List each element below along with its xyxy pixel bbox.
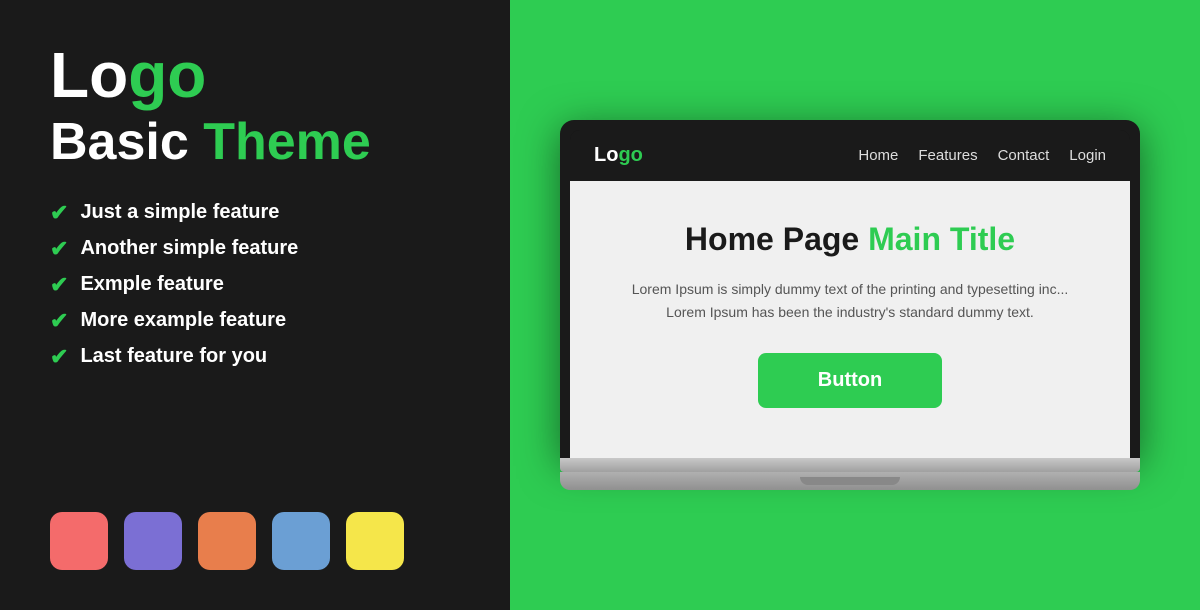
purple-swatch[interactable]: [124, 512, 182, 570]
laptop-nav-links: Home Features Contact Login: [858, 147, 1106, 164]
color-swatches: [50, 512, 460, 570]
red-swatch[interactable]: [50, 512, 108, 570]
subtitle-green: Theme: [203, 113, 371, 171]
main-logo: Logo: [50, 40, 460, 110]
laptop-mockup: Logo Home Features Contact Login Home Pa…: [560, 120, 1140, 490]
cta-button[interactable]: Button: [758, 353, 942, 408]
laptop-base: [560, 458, 1140, 472]
orange-swatch[interactable]: [198, 512, 256, 570]
nav-logo-green: go: [618, 144, 642, 166]
laptop-bottom: [560, 472, 1140, 490]
check-icon-2: ✔: [50, 236, 68, 262]
feature-text-5: Last feature for you: [80, 345, 267, 368]
laptop-foot: [800, 477, 900, 485]
check-icon-5: ✔: [50, 344, 68, 370]
logo-section: Logo Basic Theme: [50, 40, 460, 172]
laptop-content: Home Page Main Title Lorem Ipsum is simp…: [570, 181, 1130, 458]
logo-black: Lo: [50, 39, 128, 111]
laptop-screen-bezel: Logo Home Features Contact Login Home Pa…: [570, 130, 1130, 458]
check-icon-3: ✔: [50, 272, 68, 298]
laptop-navbar: Logo Home Features Contact Login: [570, 130, 1130, 181]
left-panel: Logo Basic Theme ✔ Just a simple feature…: [0, 0, 510, 610]
hero-title: Home Page Main Title: [610, 221, 1090, 258]
laptop-nav-logo: Logo: [594, 144, 643, 167]
nav-link-features[interactable]: Features: [918, 147, 977, 164]
logo-green: go: [128, 39, 206, 111]
right-panel: Logo Home Features Contact Login Home Pa…: [510, 0, 1200, 610]
feature-item-3: ✔ Exmple feature: [50, 272, 460, 298]
hero-title-green: Main Title: [868, 221, 1015, 257]
hero-body-text: Lorem Ipsum is simply dummy text of the …: [620, 278, 1080, 323]
hero-title-black: Home Page: [685, 221, 868, 257]
subtitle-black: Basic: [50, 113, 203, 171]
feature-text-2: Another simple feature: [80, 237, 298, 260]
feature-item-1: ✔ Just a simple feature: [50, 200, 460, 226]
nav-link-home[interactable]: Home: [858, 147, 898, 164]
nav-link-login[interactable]: Login: [1069, 147, 1106, 164]
yellow-swatch[interactable]: [346, 512, 404, 570]
nav-logo-black: Lo: [594, 144, 618, 166]
feature-item-4: ✔ More example feature: [50, 308, 460, 334]
check-icon-4: ✔: [50, 308, 68, 334]
laptop-screen-outer: Logo Home Features Contact Login Home Pa…: [560, 120, 1140, 458]
feature-text-4: More example feature: [80, 309, 286, 332]
feature-text-3: Exmple feature: [80, 273, 223, 296]
check-icon-1: ✔: [50, 200, 68, 226]
subtitle: Basic Theme: [50, 114, 460, 171]
blue-swatch[interactable]: [272, 512, 330, 570]
feature-item-2: ✔ Another simple feature: [50, 236, 460, 262]
features-list: ✔ Just a simple feature ✔ Another simple…: [50, 200, 460, 370]
feature-text-1: Just a simple feature: [80, 201, 279, 224]
nav-link-contact[interactable]: Contact: [998, 147, 1050, 164]
feature-item-5: ✔ Last feature for you: [50, 344, 460, 370]
